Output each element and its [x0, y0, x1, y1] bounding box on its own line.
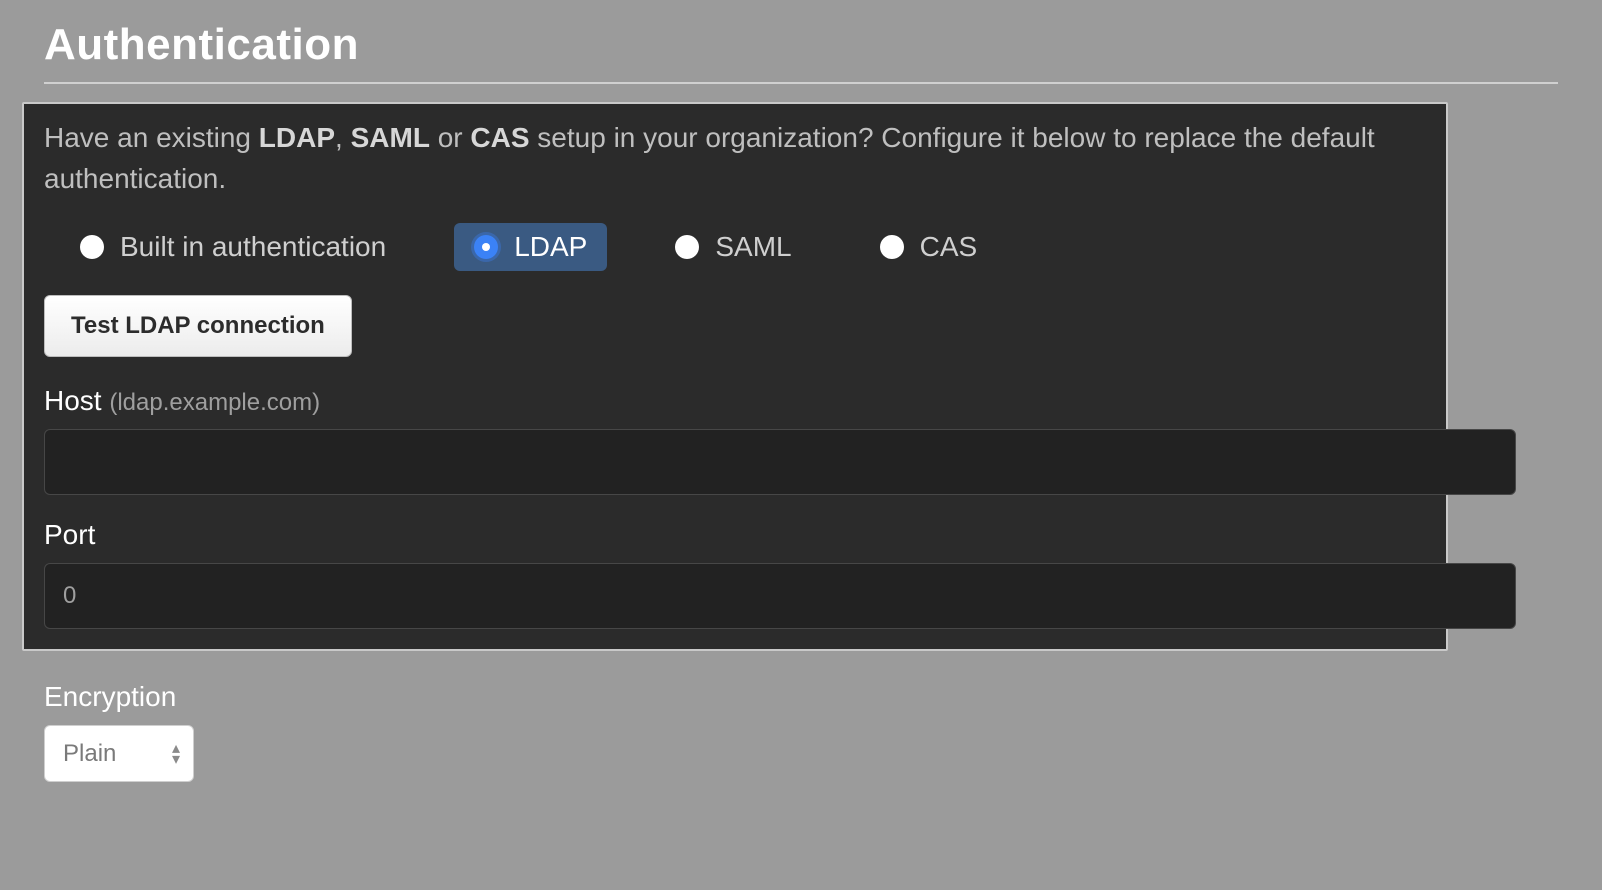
radio-ldap[interactable]: LDAP: [454, 223, 607, 271]
radio-icon: [880, 235, 904, 259]
host-hint: (ldap.example.com): [109, 389, 320, 416]
auth-description: Have an existing LDAP, SAML or CAS setup…: [44, 118, 1426, 199]
desc-strong-ldap: LDAP: [259, 122, 335, 153]
desc-text: ,: [335, 122, 351, 153]
page-title: Authentication: [44, 20, 1558, 70]
desc-strong-cas: CAS: [470, 122, 529, 153]
auth-method-radio-group: Built in authentication LDAP SAML CAS: [44, 223, 1426, 271]
test-ldap-button[interactable]: Test LDAP connection: [44, 295, 352, 357]
radio-builtin[interactable]: Built in authentication: [60, 223, 406, 271]
encryption-select[interactable]: Plain: [44, 725, 194, 782]
desc-text: Have an existing: [44, 122, 259, 153]
radio-saml[interactable]: SAML: [655, 223, 811, 271]
radio-label: SAML: [715, 231, 791, 263]
port-input[interactable]: [44, 563, 1516, 629]
radio-icon: [675, 235, 699, 259]
radio-icon: [80, 235, 104, 259]
port-label: Port: [44, 519, 1426, 551]
radio-label: CAS: [920, 231, 978, 263]
radio-label: LDAP: [514, 231, 587, 263]
port-field: Port: [44, 519, 1426, 629]
auth-config-panel: Have an existing LDAP, SAML or CAS setup…: [22, 102, 1448, 651]
encryption-field: Encryption Plain ▴▾: [44, 681, 1558, 782]
encryption-select-wrap: Plain ▴▾: [44, 725, 194, 782]
radio-label: Built in authentication: [120, 231, 386, 263]
host-label: Host (ldap.example.com): [44, 385, 1426, 417]
host-input[interactable]: [44, 429, 1516, 495]
desc-text: or: [430, 122, 470, 153]
host-label-text: Host: [44, 385, 102, 416]
radio-cas[interactable]: CAS: [860, 223, 998, 271]
divider: [44, 82, 1558, 84]
host-field: Host (ldap.example.com): [44, 385, 1426, 495]
desc-strong-saml: SAML: [351, 122, 430, 153]
encryption-label: Encryption: [44, 681, 1558, 713]
radio-icon: [474, 235, 498, 259]
